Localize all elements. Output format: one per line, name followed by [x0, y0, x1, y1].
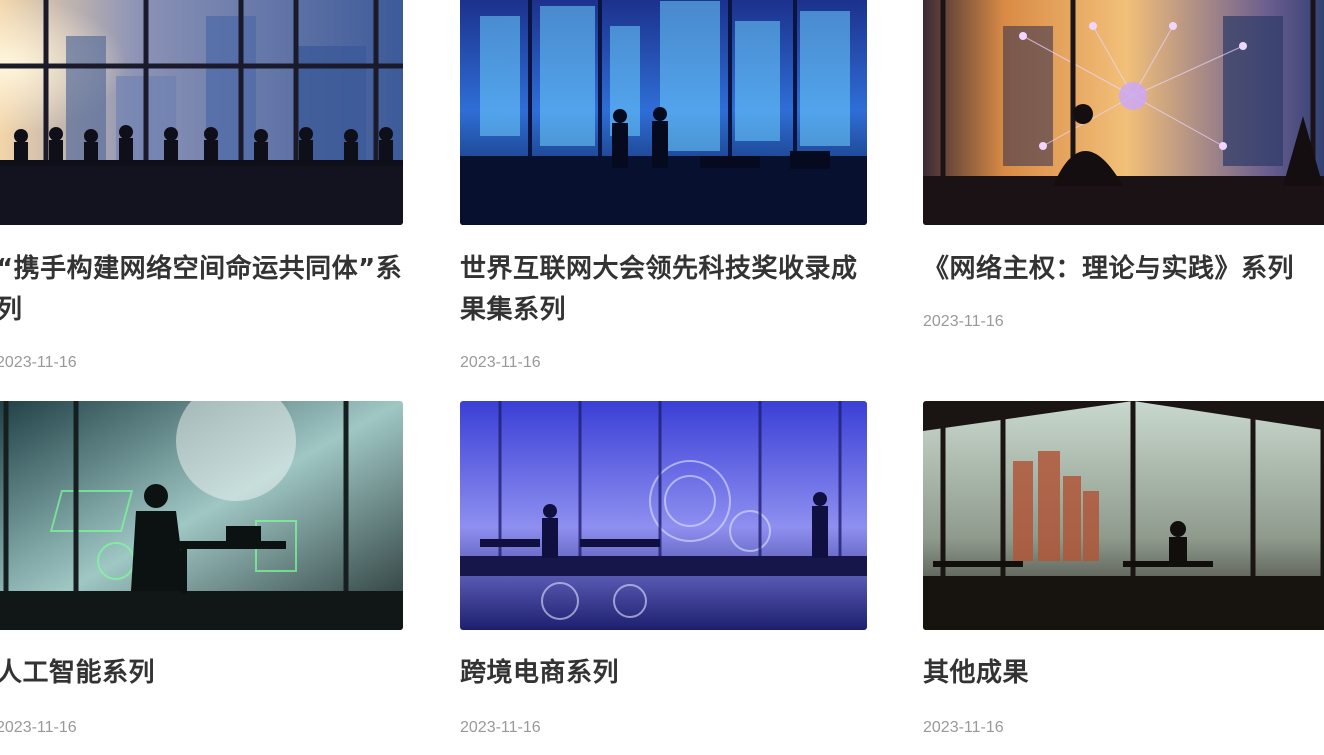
card-date: 2023-11-16 — [460, 719, 541, 736]
series-card[interactable]: “携手构建网络空间命运共同体”系列 2023-11-16 — [0, 0, 403, 371]
blue-data-wall-image — [460, 0, 867, 225]
card-thumbnail[interactable] — [460, 0, 867, 225]
card-date: 2023-11-16 — [923, 719, 1004, 736]
series-card[interactable]: 人工智能系列 2023-11-16 — [0, 401, 403, 736]
series-card[interactable]: 跨境电商系列 2023-11-16 — [460, 401, 867, 736]
card-thumbnail[interactable] — [460, 401, 867, 630]
office-meeting-image — [0, 0, 403, 225]
series-card[interactable]: 世界互联网大会领先科技奖收录成果集系列 2023-11-16 — [460, 0, 867, 371]
series-card-grid: “携手构建网络空间命运共同体”系列 2023-11-16 世界互联网大会领先科技… — [0, 0, 1324, 755]
card-thumbnail[interactable] — [923, 0, 1324, 225]
card-title[interactable]: 其他成果 — [923, 653, 1324, 694]
sunset-network-image — [923, 0, 1324, 225]
card-title[interactable]: 世界互联网大会领先科技奖收录成果集系列 — [460, 249, 880, 331]
series-card[interactable]: 其他成果 2023-11-16 — [923, 401, 1324, 736]
city-skyline-office-image — [923, 401, 1324, 630]
card-date: 2023-11-16 — [923, 313, 1004, 330]
card-date: 2023-11-16 — [0, 719, 77, 736]
card-thumbnail[interactable] — [0, 401, 403, 630]
card-thumbnail[interactable] — [0, 0, 403, 225]
card-title[interactable]: 人工智能系列 — [0, 653, 416, 694]
card-thumbnail[interactable] — [923, 401, 1324, 630]
card-title[interactable]: 跨境电商系列 — [460, 653, 880, 694]
series-card[interactable]: 《网络主权：理论与实践》系列 2023-11-16 — [923, 0, 1324, 330]
purple-digital-office-image — [460, 401, 867, 630]
ai-hologram-image — [0, 401, 403, 630]
card-title[interactable]: 《网络主权：理论与实践》系列 — [923, 249, 1324, 290]
card-date: 2023-11-16 — [0, 354, 77, 371]
card-date: 2023-11-16 — [460, 354, 541, 371]
card-title[interactable]: “携手构建网络空间命运共同体”系列 — [0, 249, 416, 331]
